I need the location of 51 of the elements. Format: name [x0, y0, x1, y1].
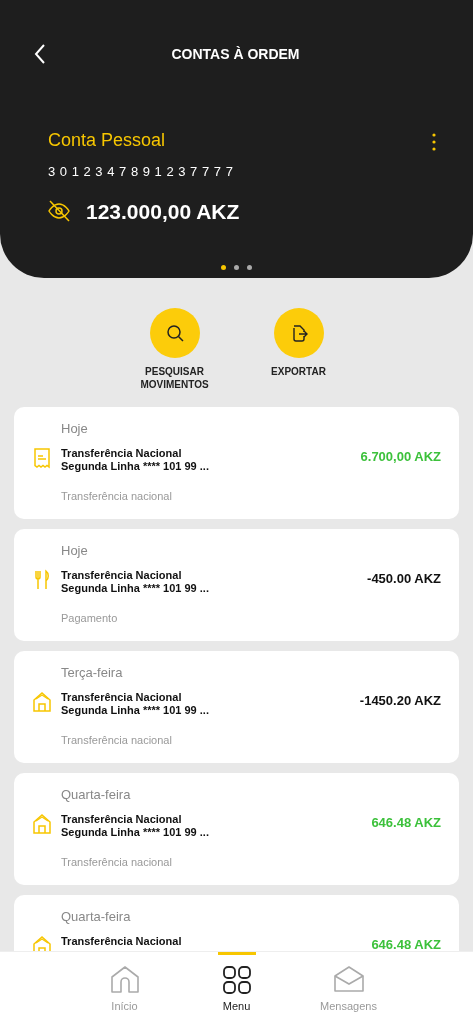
transaction-category: Transferência nacional: [61, 733, 173, 748]
transaction-title: Transferência Nacional: [61, 568, 183, 583]
transaction-card[interactable]: Quarta-feira Transferência Nacional 646.48 AKZ: [14, 895, 459, 952]
cutlery-icon: [32, 568, 52, 591]
transaction-title: Transferência Nacional: [61, 690, 183, 705]
hide-balance-icon[interactable]: [48, 200, 70, 223]
home-icon: [108, 964, 141, 996]
transaction-date: Quarta-feira: [61, 786, 132, 804]
account-name: Conta Pessoal: [48, 129, 167, 152]
search-label[interactable]: PESQUISAR MOVIMENTOS: [134, 366, 215, 391]
transaction-amount: 646.48 AKZ: [371, 935, 441, 952]
transaction-category: Pagamento: [61, 611, 119, 626]
transaction-amount: -450.00 AKZ: [367, 569, 441, 588]
transaction-detail: Segunda Linha **** 101 99 ...: [61, 826, 209, 840]
search-icon: [164, 323, 185, 343]
transaction-amount: 6.700,00 AKZ: [360, 447, 441, 466]
transaction-title: Transferência Nacional: [61, 934, 182, 949]
transaction-category: Transferência nacional: [61, 489, 173, 504]
account-balance: 123.000,00 AKZ: [86, 198, 240, 225]
more-options-icon[interactable]: [431, 133, 437, 151]
transaction-date: Quarta-feira: [61, 908, 132, 926]
page-indicator-dot[interactable]: [221, 265, 226, 270]
transaction-card[interactable]: Hoje Transferência Nacional Segunda Linha **** 101 99 ... 6.700,00 AKZ Transferência nacional: [14, 407, 459, 519]
transaction-title: Transferência Nacional: [61, 446, 183, 461]
grid-icon: [220, 964, 253, 996]
screen-title: CONTAS À ORDEM: [171, 46, 300, 62]
transaction-category: Transferência nacional: [61, 855, 173, 870]
back-icon[interactable]: [34, 44, 46, 64]
house-icon: [32, 812, 52, 835]
transaction-card[interactable]: Hoje Transferência Nacional Segunda Linha **** 101 99 ... -450.00 AKZ Pagamento: [14, 529, 459, 641]
transaction-detail: Segunda Linha **** 101 99 ...: [61, 582, 209, 596]
export-label[interactable]: EXPORTAR: [271, 366, 326, 379]
transaction-title: Transferência Nacional: [61, 812, 183, 827]
nav-tab[interactable]: Menu: [199, 952, 274, 1024]
account-number: 3 0 1 2 3 4 7 8 9 1 2 3 7 7 7 7: [48, 163, 234, 181]
receipt-icon: [32, 446, 52, 469]
transaction-card[interactable]: Quarta-feira Transferência Nacional Segunda Linha **** 101 99 ... 646.48 AKZ Transferência nacional: [14, 773, 459, 885]
transaction-card[interactable]: Terça-feira Transferência Nacional Segunda Linha **** 101 99 ... -1450.20 AKZ Transferência nacional: [14, 651, 459, 763]
transaction-detail: Segunda Linha **** 101 99 ...: [61, 460, 209, 474]
transaction-amount: -1450.20 AKZ: [359, 691, 441, 710]
transaction-detail: Segunda Linha **** 101 99 ...: [61, 704, 209, 718]
search-button[interactable]: [149, 308, 200, 358]
page-indicator-dot[interactable]: [234, 265, 239, 270]
transaction-date: Hoje: [61, 420, 89, 438]
page-indicator-dot[interactable]: [247, 265, 252, 270]
transaction-date: Terça-feira: [61, 664, 124, 682]
export-button[interactable]: [273, 308, 324, 358]
transaction-date: Hoje: [61, 542, 89, 560]
house-icon: [32, 934, 52, 952]
transaction-amount: 646.48 AKZ: [371, 813, 441, 832]
house-icon: [32, 690, 52, 713]
